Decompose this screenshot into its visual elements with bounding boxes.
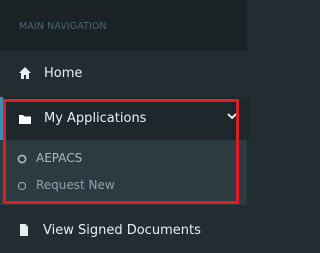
- sidebar-subitem-label: AEPACS: [36, 151, 83, 165]
- sidebar-subitem-label: Request New: [36, 178, 115, 192]
- sidebar-item-my-applications[interactable]: My Applications: [0, 97, 250, 140]
- sidebar-header: MAIN NAVIGATION: [0, 0, 247, 51]
- home-icon: [18, 66, 32, 80]
- sidebar-item-label: Home: [44, 65, 83, 81]
- sidebar-subitem-request-new[interactable]: Request New: [0, 172, 247, 198]
- sidebar-item-label: View Signed Documents: [43, 222, 201, 238]
- chevron-down-icon[interactable]: [226, 110, 238, 122]
- sidebar-subitem-aepacs[interactable]: AEPACS: [0, 145, 247, 171]
- sidebar-item-view-signed-documents[interactable]: View Signed Documents: [0, 207, 247, 253]
- circle-outline-icon: [17, 180, 27, 191]
- sidebar-item-label: My Applications: [44, 111, 147, 126]
- folder-icon: [18, 112, 32, 126]
- circle-icon: [17, 153, 27, 164]
- sidebar-header-label: MAIN NAVIGATION: [19, 21, 107, 32]
- document-icon: [17, 223, 31, 237]
- sidebar-item-home[interactable]: Home: [0, 50, 247, 96]
